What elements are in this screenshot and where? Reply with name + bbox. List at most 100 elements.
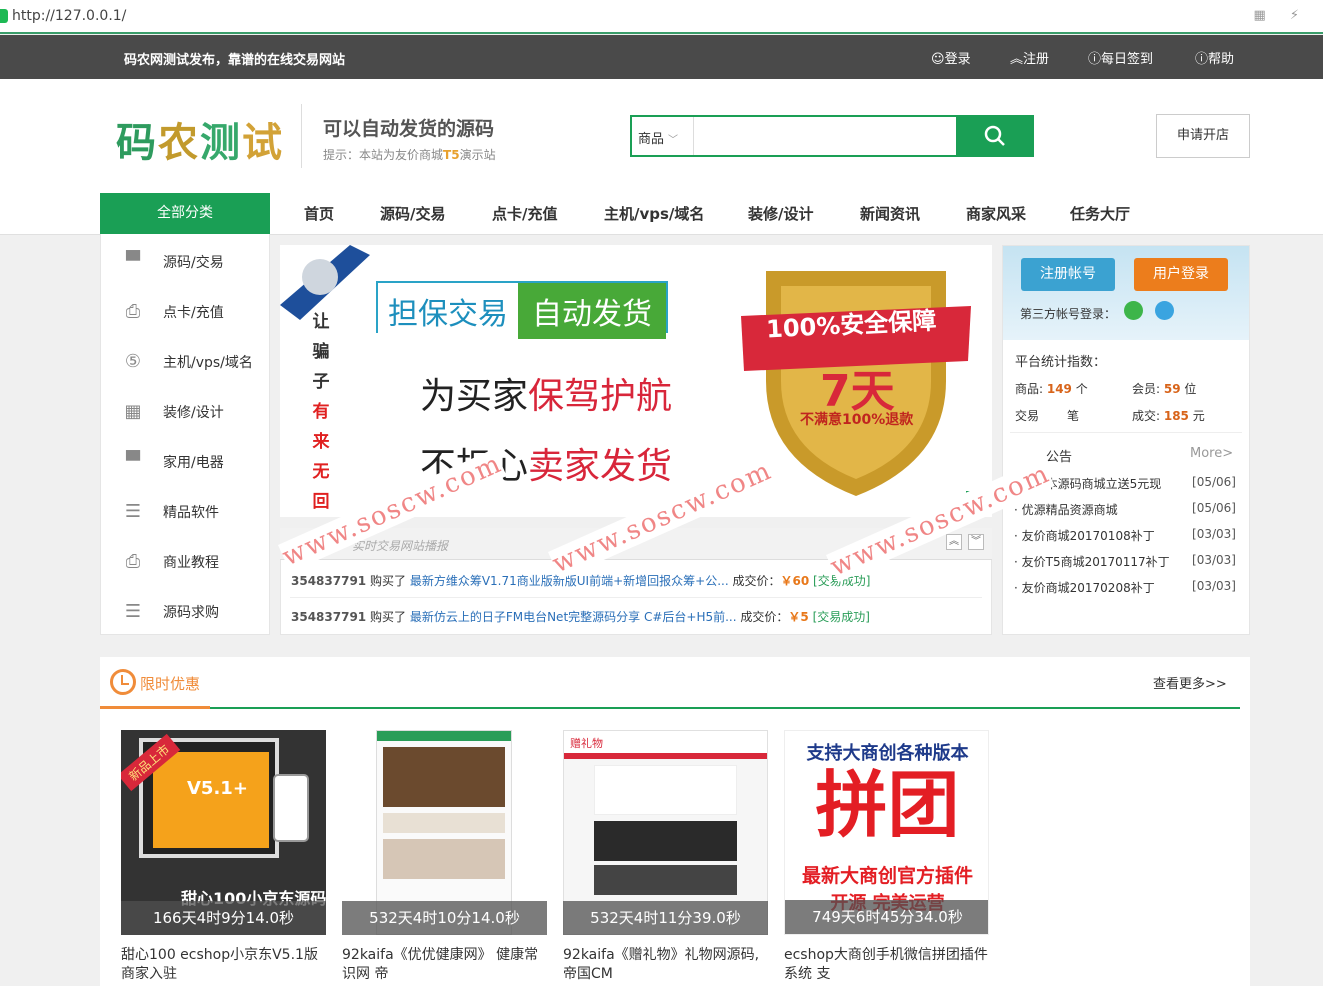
hero-banner[interactable]: 担保交易自动发货 让骗子有来无回 为买家保驾护航 不担心卖家发货 100%安全保…: [280, 245, 992, 517]
product-title[interactable]: 92kaifa《赠礼物》礼物网源码,帝国CM: [563, 946, 773, 984]
flash-sale-title: 限时优惠: [140, 675, 201, 693]
chevron-up-icon: ︽: [1010, 52, 1024, 67]
search-input[interactable]: [698, 121, 954, 151]
top-bar: 码农网测试发布，靠谱的在线交易网站 ☺登录 ︽注册 ⓘ每日签到 ⓘ帮助: [0, 35, 1323, 79]
view-more-link[interactable]: 查看更多>>: [1153, 673, 1227, 692]
stats-title: 平台统计指数：: [1015, 355, 1107, 370]
banner-vertical-text: 让骗子有来无回: [312, 312, 330, 512]
notice-item[interactable]: · 优源精品资源商城 [05/06]: [1014, 501, 1240, 518]
product-title[interactable]: ecshop大商创手机微信拼团插件 系统 支: [784, 946, 994, 984]
question-circle-icon: ⓘ: [1195, 52, 1209, 67]
daily-signin-link[interactable]: ⓘ每日签到: [1088, 48, 1153, 67]
flash-sale-underline: [100, 707, 1240, 709]
product-card[interactable]: 赠礼物 532天4时11分39.0秒: [563, 730, 768, 935]
notice-more-link[interactable]: More>: [1190, 446, 1233, 461]
product-image-subline: 最新大商创官方插件: [801, 865, 973, 887]
nav-item-home[interactable]: 首页: [304, 203, 334, 224]
countdown: 532天4时11分39.0秒: [563, 901, 768, 935]
browser-tools-icon[interactable]: ▦ ⚡: [1253, 8, 1309, 23]
nav-item-cards[interactable]: 点卡/充值: [492, 203, 557, 224]
product-card[interactable]: 532天4时10分14.0秒: [342, 730, 547, 935]
third-party-login-label: 第三方帐号登录：: [1020, 307, 1117, 321]
circle-5-icon: ⑤: [124, 351, 142, 372]
search-icon: [984, 125, 1005, 146]
monitor-download-icon: ⎙: [125, 301, 141, 322]
wechat-icon[interactable]: [1124, 301, 1143, 320]
nav-item-news[interactable]: 新闻资讯: [860, 203, 920, 224]
url-field[interactable]: http://127.0.0.1/: [12, 8, 126, 24]
grid-icon: ▦: [124, 401, 142, 422]
site-hint: 提示：本站为友价商城T5演示站: [323, 148, 496, 162]
countdown: 166天4时9分14.0秒: [121, 901, 326, 935]
notice-divider: [1010, 432, 1242, 433]
chevron-up-icon[interactable]: ︽: [946, 534, 962, 550]
notice-title: 公告: [1046, 450, 1073, 465]
stat-volume: 成交: 185 元: [1132, 409, 1205, 423]
countdown: 749天6时45分34.0秒: [785, 900, 988, 934]
header-divider: [301, 104, 302, 168]
document-list-icon: ☰: [124, 501, 142, 522]
chevron-down-icon: ﹀: [668, 135, 679, 146]
banner-line-1: 为买家保驾护航: [420, 376, 673, 417]
phone-image: [273, 774, 309, 842]
nav-item-design[interactable]: 装修/设计: [748, 203, 813, 224]
stat-members: 会员: 59 位: [1132, 382, 1197, 396]
sidebar-item-wanted[interactable]: ☰ 源码求购: [121, 594, 271, 644]
stat-products: 商品: 149 个: [1015, 382, 1088, 396]
banner-badges: 担保交易 自动发货: [376, 281, 668, 339]
monitor-download-icon: ⎙: [125, 551, 141, 572]
all-categories-tab[interactable]: 全部分类: [100, 193, 270, 234]
product-title[interactable]: 甜心100 ecshop小京东V5.1版商家入驻: [121, 946, 331, 984]
login-link[interactable]: ☺登录: [931, 48, 971, 67]
search-bar: 商品 ﹀: [630, 115, 1034, 157]
alarm-clock-icon: [110, 669, 136, 695]
notice-item[interactable]: · 友价商城20170208补丁 [03/03]: [1014, 579, 1240, 596]
product-card[interactable]: V5.1+ 新品上市 甜心100小京东源码 166天4时9分14.0秒: [121, 730, 326, 935]
banner-refund: 不满意100%退款: [800, 412, 914, 428]
deals-subtitle: 实时交易网站播报: [352, 539, 449, 553]
nav-item-source[interactable]: 源码/交易: [380, 203, 445, 224]
nav-item-hosting[interactable]: 主机/vps/域名: [604, 203, 704, 224]
sidebar-item-design[interactable]: ▦ 装修/设计: [121, 394, 271, 444]
product-title[interactable]: 92kaifa《优优健康网》 健康常识网 帝: [342, 946, 552, 984]
help-link[interactable]: ⓘ帮助: [1195, 48, 1234, 67]
document-list-icon: ☰: [124, 601, 142, 622]
flash-sale-accent: [100, 706, 210, 709]
sidebar-item-tutorials[interactable]: ⎙ 商业教程: [121, 544, 271, 594]
category-sidebar: ▀ 源码/交易 ⎙ 点卡/充值 ⑤ 主机/vps/域名 ▦ 装修/设计 ▀ 家用/电器 ☰…: [100, 234, 270, 635]
sidebar-item-source[interactable]: ▀ 源码/交易: [121, 244, 271, 294]
sidebar-item-hosting[interactable]: ⑤ 主机/vps/域名: [121, 344, 271, 394]
site-slogan: 码农网测试发布，靠谱的在线交易网站: [124, 53, 346, 68]
user-login-button[interactable]: 用户登录: [1134, 258, 1228, 291]
register-account-button[interactable]: 注册帐号: [1021, 258, 1115, 291]
store-icon: ▀: [126, 251, 140, 272]
nav-item-tasks[interactable]: 任务大厅: [1070, 203, 1130, 224]
notice-item[interactable]: · 友价商城20170108补丁 [03/03]: [1014, 527, 1240, 544]
search-button[interactable]: [956, 115, 1034, 157]
notice-item[interactable]: · 友价T5商城20170117补丁 [03/03]: [1014, 553, 1240, 570]
product-card[interactable]: 支持大商创各种版本 拼团 最新大商创官方插件 开源 完美运营 749天6时45分…: [784, 730, 989, 935]
question-circle-icon: ⓘ: [1088, 52, 1102, 67]
user-icon: ☺: [931, 52, 945, 67]
deal-row[interactable]: 354837791 购买了 最新方维众筹V1.71商业版新版UI前端+新增回报众…: [291, 572, 870, 589]
search-category-select[interactable]: 商品 ﹀: [632, 117, 694, 155]
stat-trades: 交易笔: [1015, 409, 1080, 423]
site-tagline: 可以自动发货的源码: [323, 118, 495, 140]
browser-address-bar: http://127.0.0.1/ ▦ ⚡: [0, 0, 1323, 34]
site-logo[interactable]: 码农测试: [116, 110, 284, 168]
qq-icon[interactable]: [1155, 301, 1174, 320]
secure-icon: [0, 9, 8, 23]
sidebar-item-appliances[interactable]: ▀ 家用/电器: [121, 444, 271, 494]
deal-row[interactable]: 354837791 购买了 最新仿云上的日子FM电台Net完整源码分享 C#后台…: [291, 608, 870, 625]
open-shop-button[interactable]: 申请开店: [1156, 114, 1250, 158]
register-link[interactable]: ︽注册: [1010, 48, 1049, 67]
deals-divider: [290, 597, 982, 598]
product-image-big-text: 拼团: [815, 763, 960, 847]
sidebar-item-software[interactable]: ☰ 精品软件: [121, 494, 271, 544]
chevron-down-icon[interactable]: ︾: [968, 534, 984, 550]
product-image-headline: 支持大商创各种版本: [806, 743, 969, 764]
nav-item-merchants[interactable]: 商家风采: [966, 203, 1026, 224]
countdown: 532天4时10分14.0秒: [342, 901, 547, 935]
store-icon: ▀: [126, 451, 140, 472]
sidebar-item-cards[interactable]: ⎙ 点卡/充值: [121, 294, 271, 344]
